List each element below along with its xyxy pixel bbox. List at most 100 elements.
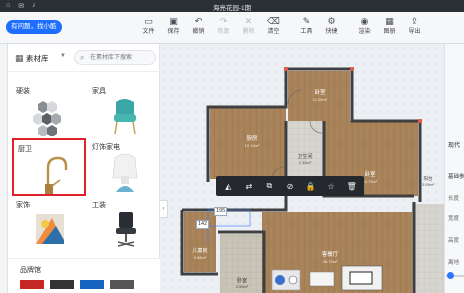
toolbar-tools: ▭ 文件 ▣ 保存 ↶ 撤销 ↷ 恢复 ✕ 删除 ⌫ 清空 ✎ 工具 ⚙ 快捷 ◉ 渲染 ▦ 图册 ⇪ 导出 [136, 15, 427, 41]
favorite-icon[interactable]: ☆ [324, 182, 338, 191]
collapse-panel-handle[interactable]: ‹ [160, 200, 168, 218]
redo-icon: ↷ [219, 16, 228, 26]
tool-label: 删除 [242, 29, 255, 35]
field-elevation-label: 离地 [448, 260, 460, 266]
field-length-label: 长度 [448, 196, 460, 202]
dimension-label[interactable]: 195 [214, 207, 228, 216]
room-area-4: 38.72m² [323, 259, 338, 264]
room-area-5: 3.55m² [236, 284, 249, 289]
design-canvas[interactable]: 卧室 11.08m² 卧室 14.76m² 厨房 10.13m² 卫生间 2.3… [160, 44, 444, 293]
room-balcony[interactable] [412, 204, 444, 293]
wrench-icon: ✎ [302, 16, 311, 26]
category-lighting[interactable]: 灯饰家电 [88, 138, 160, 194]
category-label: 硬装 [16, 88, 30, 95]
material-panel: ▦ 素材库 ▼ ⌕ 硬装 家具 [8, 44, 160, 293]
undo-icon: ↶ [194, 16, 203, 26]
tool-render-button[interactable]: ◉ 渲染 [352, 15, 377, 41]
basic-params-title: 基础参 [448, 174, 464, 180]
tool-label: 撤销 [192, 29, 205, 35]
chevron-down-icon[interactable]: ▼ [60, 53, 66, 59]
tool-file-button[interactable]: ▭ 文件 [136, 15, 161, 41]
category-furniture[interactable]: 家具 [88, 82, 160, 138]
brand-label: 品牌馆 [20, 267, 41, 274]
tool-label: 工具 [300, 29, 313, 35]
export-icon: ⇪ [410, 16, 419, 26]
tool-label: 导出 [408, 29, 421, 35]
search-icon: ⌕ [80, 53, 85, 62]
swap-icon[interactable]: ⇄ [242, 182, 256, 191]
clear-icon: ⌫ [267, 16, 280, 26]
tool-label: 恢复 [217, 29, 230, 35]
tool-drawings-button[interactable]: ▦ 图册 [377, 15, 402, 41]
grid-icon: ▦ [15, 53, 24, 63]
category-kitchen-bath[interactable]: 厨卫 [12, 138, 86, 196]
room-name-2: 厨房 [246, 134, 258, 142]
brand-logos [20, 280, 134, 289]
tool-undo-button[interactable]: ↶ 撤销 [186, 15, 211, 41]
property-panel: 现代 基础参 长度 宽度 高度 离地 [444, 44, 464, 293]
category-decor[interactable]: 家饰 [12, 196, 84, 252]
object-toolbar: ◭ ⇄ ⧉ ⊘ 🔒 ☆ 🗑 [216, 176, 364, 196]
field-height-label: 高度 [448, 238, 460, 244]
save-icon: ▣ [169, 16, 178, 26]
room-area-7: 9.58m² [194, 255, 207, 260]
tool-redo-button[interactable]: ↷ 恢复 [211, 15, 236, 41]
replace-icon[interactable]: ⧉ [262, 181, 276, 191]
category-hard[interactable]: 硬装 [12, 82, 84, 138]
brand-section[interactable]: 品牌馆 [8, 258, 160, 293]
main-toolbar: 有问题，找小酷 ▭ 文件 ▣ 保存 ↶ 撤销 ↷ 恢复 ✕ 删除 ⌫ 清空 ✎ 工具 ⚙ 快捷 ◉ 渲染 ▦ 图册 ⇪ 导… [0, 12, 464, 44]
tool-export-button[interactable]: ⇪ 导出 [402, 15, 427, 41]
album-icon: ▦ [385, 16, 394, 26]
hexagon-tile-thumbnail [33, 101, 61, 136]
room-area-2: 10.13m² [245, 143, 260, 148]
trash-icon[interactable]: 🗑 [345, 182, 359, 191]
room-bedroom-top[interactable] [288, 71, 350, 121]
room-name-7: 儿童房 [192, 247, 207, 254]
left-rail [0, 44, 8, 293]
tool-label: 文件 [142, 29, 155, 35]
category-label: 厨卫 [18, 146, 32, 153]
category-label: 家具 [92, 88, 106, 95]
help-button[interactable]: 有问题，找小酷 [6, 20, 62, 34]
tool-clear-button[interactable]: ⌫ 清空 [261, 15, 286, 41]
room-name-3: 卫生间 [297, 153, 312, 160]
title-bar: ⌂ ✉ ♪ 海亮花园-1期 [0, 0, 464, 12]
room-area-0: 11.08m² [313, 97, 328, 102]
tool-delete-button[interactable]: ✕ 删除 [236, 15, 261, 41]
tool-label: 清空 [267, 29, 280, 35]
floor-plan[interactable]: 卧室 11.08m² 卧室 14.76m² 厨房 10.13m² 卫生间 2.3… [160, 44, 444, 293]
tool-tools-button[interactable]: ✎ 工具 [294, 15, 319, 41]
room-name-0: 卧室 [314, 88, 326, 96]
search-input[interactable] [90, 53, 154, 63]
faucet-thumbnail [45, 156, 68, 194]
room-name-6: 阳台 [424, 175, 433, 182]
style-header[interactable]: 现代 [448, 140, 460, 149]
room-area-3: 2.35m² [299, 160, 312, 165]
tool-label: 渲染 [358, 29, 371, 35]
tool-label: 图册 [383, 29, 396, 35]
decor-thumbnail [36, 214, 64, 244]
category-label: 灯饰家电 [92, 144, 120, 151]
tool-label: 快捷 [325, 29, 338, 35]
panel-title[interactable]: 素材库 [26, 53, 49, 64]
room-name-5: 卧室 [237, 277, 247, 284]
panel-header: ▦ 素材库 ▼ ⌕ [8, 44, 160, 72]
elevation-slider-knob[interactable] [447, 272, 454, 279]
lamp-thumbnail [112, 153, 138, 192]
room-area-1: 14.76m² [363, 179, 378, 184]
category-label: 工装 [92, 202, 106, 209]
mirror-icon[interactable]: ◭ [221, 182, 235, 191]
dimension-label[interactable]: 142 [196, 220, 210, 229]
search-box[interactable]: ⌕ [74, 50, 156, 65]
hide-icon[interactable]: ⊘ [283, 182, 297, 191]
file-icon: ▭ [144, 16, 153, 26]
lock-icon[interactable]: 🔒 [304, 182, 318, 191]
tool-shortcuts-button[interactable]: ⚙ 快捷 [319, 15, 344, 41]
room-name-4: 客餐厅 [322, 250, 339, 258]
tool-save-button[interactable]: ▣ 保存 [161, 15, 186, 41]
armchair-thumbnail [114, 99, 136, 135]
room-area-6: 3.09m² [422, 182, 435, 187]
tool-label: 保存 [167, 29, 180, 35]
category-tooling[interactable]: 工装 [88, 196, 160, 252]
camera-icon: ◉ [360, 16, 369, 26]
